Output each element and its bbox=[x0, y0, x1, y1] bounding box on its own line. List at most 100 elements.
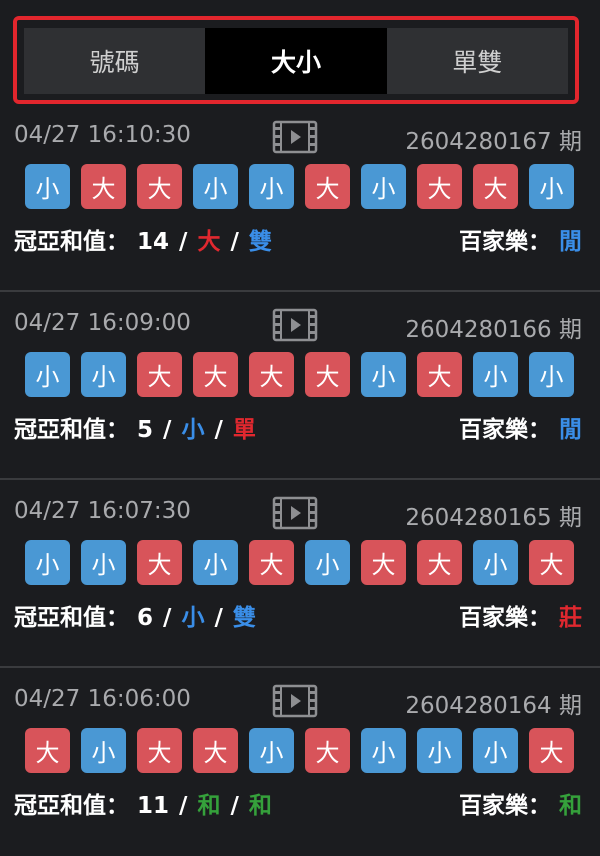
result-ball: 小 bbox=[81, 540, 126, 585]
result-ball: 大 bbox=[81, 164, 126, 209]
result-ball: 大 bbox=[305, 352, 350, 397]
ball-results: 大小大大小大小小小大 bbox=[25, 728, 574, 773]
video-replay-icon[interactable] bbox=[272, 120, 318, 154]
result-ball: 大 bbox=[417, 352, 462, 397]
result-ball: 小 bbox=[25, 540, 70, 585]
size-result: 大 bbox=[197, 229, 221, 255]
result-row: 04/27 16:06:00 2604280164 期 大小大大小大小小小大 冠… bbox=[0, 668, 600, 856]
parity-result: 雙 bbox=[232, 605, 256, 631]
result-ball: 小 bbox=[361, 728, 406, 773]
baccarat-result: 閒 bbox=[559, 229, 582, 255]
parity-result: 單 bbox=[232, 417, 256, 443]
result-ball: 小 bbox=[25, 164, 70, 209]
result-ball: 大 bbox=[193, 728, 238, 773]
parity-result: 雙 bbox=[248, 229, 272, 255]
result-ball: 大 bbox=[473, 164, 518, 209]
result-ball: 小 bbox=[529, 164, 574, 209]
baccarat-summary: 百家樂： 閒 bbox=[459, 410, 582, 444]
baccarat-summary: 百家樂： 和 bbox=[459, 786, 582, 820]
ball-results: 小小大大大大小大小小 bbox=[25, 352, 574, 397]
baccarat-summary: 百家樂： 莊 bbox=[459, 598, 582, 632]
result-ball: 小 bbox=[417, 728, 462, 773]
tab-odd-even[interactable]: 單雙 bbox=[386, 28, 568, 94]
period-number: 2604280167 期 bbox=[405, 129, 582, 155]
result-ball: 大 bbox=[417, 540, 462, 585]
result-ball: 大 bbox=[249, 352, 294, 397]
result-ball: 小 bbox=[305, 540, 350, 585]
period-number: 2604280165 期 bbox=[405, 505, 582, 531]
sum-summary: 冠亞和值： 5 / 小 / 單 bbox=[14, 417, 256, 443]
result-ball: 小 bbox=[473, 728, 518, 773]
sum-value: 5 bbox=[137, 417, 154, 443]
result-ball: 大 bbox=[305, 164, 350, 209]
sum-label: 冠亞和值： bbox=[14, 793, 129, 819]
sum-label: 冠亞和值： bbox=[14, 605, 129, 631]
result-ball: 小 bbox=[25, 352, 70, 397]
baccarat-summary: 百家樂： 閒 bbox=[459, 222, 582, 256]
size-result: 和 bbox=[197, 793, 221, 819]
result-ball: 小 bbox=[81, 352, 126, 397]
video-replay-icon[interactable] bbox=[272, 684, 318, 718]
result-ball: 大 bbox=[249, 540, 294, 585]
period-number: 2604280166 期 bbox=[405, 317, 582, 343]
size-result: 小 bbox=[181, 605, 205, 631]
tab-numbers[interactable]: 號碼 bbox=[24, 28, 206, 94]
baccarat-label: 百家樂： bbox=[458, 229, 551, 255]
result-ball: 大 bbox=[193, 352, 238, 397]
sum-value: 14 bbox=[137, 229, 170, 255]
result-ball: 小 bbox=[361, 352, 406, 397]
baccarat-result: 閒 bbox=[559, 417, 582, 443]
size-result: 小 bbox=[181, 417, 205, 443]
baccarat-label: 百家樂： bbox=[458, 793, 551, 819]
result-ball: 大 bbox=[137, 540, 182, 585]
tab-big-small[interactable]: 大小 bbox=[205, 28, 387, 94]
result-ball: 大 bbox=[137, 164, 182, 209]
sum-summary: 冠亞和值： 14 / 大 / 雙 bbox=[14, 229, 272, 255]
result-row: 04/27 16:07:30 2604280165 期 小小大小大小大大小大 冠… bbox=[0, 480, 600, 668]
result-ball: 小 bbox=[529, 352, 574, 397]
round-meta: 04/27 16:10:30 2604280167 期 bbox=[14, 118, 582, 158]
tab-switcher: 號碼 大小 單雙 bbox=[13, 16, 579, 104]
baccarat-result: 和 bbox=[559, 793, 582, 819]
ball-results: 小大大小小大小大大小 bbox=[25, 164, 574, 209]
draw-time: 04/27 16:07:30 bbox=[14, 498, 191, 524]
result-ball: 大 bbox=[529, 728, 574, 773]
result-ball: 小 bbox=[473, 540, 518, 585]
parity-result: 和 bbox=[248, 793, 272, 819]
sum-label: 冠亞和值： bbox=[14, 229, 129, 255]
result-ball: 小 bbox=[193, 164, 238, 209]
result-ball: 小 bbox=[473, 352, 518, 397]
result-ball: 小 bbox=[249, 728, 294, 773]
sum-label: 冠亞和值： bbox=[14, 417, 129, 443]
result-ball: 小 bbox=[249, 164, 294, 209]
result-ball: 大 bbox=[529, 540, 574, 585]
video-replay-icon[interactable] bbox=[272, 496, 318, 530]
baccarat-label: 百家樂： bbox=[458, 417, 551, 443]
result-ball: 大 bbox=[137, 728, 182, 773]
tab-bar: 號碼 大小 單雙 bbox=[24, 28, 568, 94]
result-ball: 大 bbox=[137, 352, 182, 397]
result-ball: 大 bbox=[25, 728, 70, 773]
result-row: 04/27 16:09:00 2604280166 期 小小大大大大小大小小 冠… bbox=[0, 292, 600, 480]
result-ball: 小 bbox=[361, 164, 406, 209]
round-meta: 04/27 16:07:30 2604280165 期 bbox=[14, 494, 582, 534]
video-replay-icon[interactable] bbox=[272, 308, 318, 342]
sum-summary: 冠亞和值： 11 / 和 / 和 bbox=[14, 793, 272, 819]
result-row: 04/27 16:10:30 2604280167 期 小大大小小大小大大小 冠… bbox=[0, 104, 600, 292]
sum-value: 6 bbox=[137, 605, 154, 631]
round-meta: 04/27 16:09:00 2604280166 期 bbox=[14, 306, 582, 346]
result-ball: 大 bbox=[305, 728, 350, 773]
round-meta: 04/27 16:06:00 2604280164 期 bbox=[14, 682, 582, 722]
draw-time: 04/27 16:09:00 bbox=[14, 310, 191, 336]
sum-value: 11 bbox=[137, 793, 170, 819]
result-ball: 小 bbox=[81, 728, 126, 773]
result-ball: 大 bbox=[361, 540, 406, 585]
result-ball: 小 bbox=[193, 540, 238, 585]
period-number: 2604280164 期 bbox=[405, 693, 582, 719]
sum-summary: 冠亞和值： 6 / 小 / 雙 bbox=[14, 605, 256, 631]
draw-time: 04/27 16:06:00 bbox=[14, 686, 191, 712]
baccarat-result: 莊 bbox=[559, 605, 582, 631]
ball-results: 小小大小大小大大小大 bbox=[25, 540, 574, 585]
baccarat-label: 百家樂： bbox=[458, 605, 551, 631]
results-list: 04/27 16:10:30 2604280167 期 小大大小小大小大大小 冠… bbox=[0, 104, 600, 856]
